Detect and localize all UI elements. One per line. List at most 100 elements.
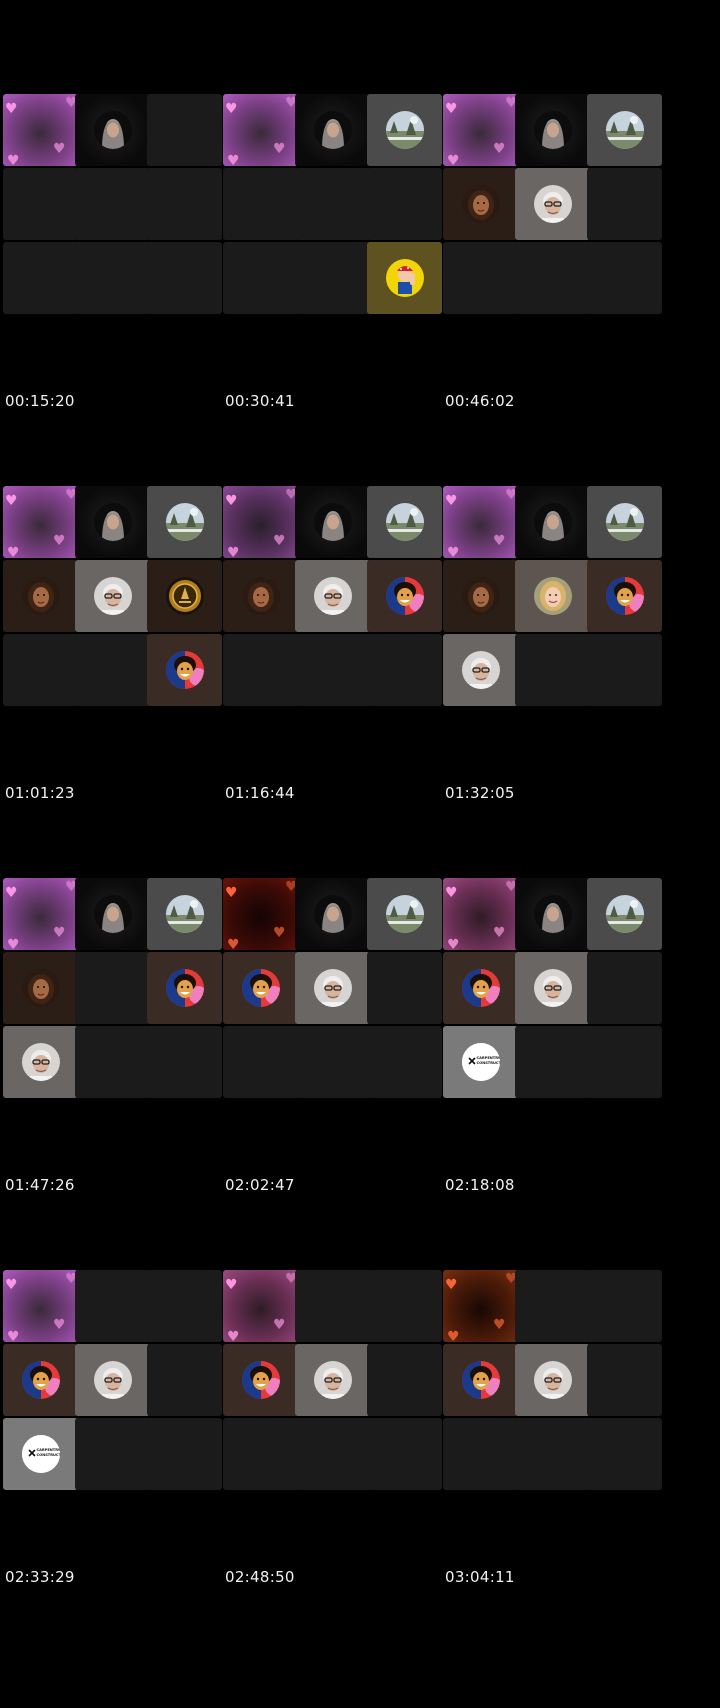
- participant-avatar-landscape[interactable]: [587, 878, 662, 950]
- participant-avatar-woman[interactable]: [3, 952, 78, 1024]
- blurred-effect-tile[interactable]: ♥ ♥ ♥ ♥: [3, 878, 78, 950]
- empty-video-tile[interactable]: [147, 94, 222, 166]
- blurred-effect-tile[interactable]: ♥ ♥ ♥ ♥: [3, 94, 78, 166]
- empty-video-tile[interactable]: [515, 242, 590, 314]
- participant-avatar-illustration[interactable]: [223, 952, 298, 1024]
- participant-avatar-illustration[interactable]: [3, 1344, 78, 1416]
- empty-video-tile[interactable]: [223, 634, 298, 706]
- empty-video-tile[interactable]: [367, 1418, 442, 1490]
- participant-avatar-illustration[interactable]: [147, 952, 222, 1024]
- empty-video-tile[interactable]: [3, 168, 78, 240]
- empty-video-tile[interactable]: [515, 1026, 590, 1098]
- participant-avatar-logo[interactable]: CARPENTRY &CONSTRUCTION: [443, 1026, 518, 1098]
- empty-video-tile[interactable]: [223, 1026, 298, 1098]
- empty-video-tile[interactable]: [443, 1418, 518, 1490]
- blurred-effect-tile[interactable]: ♥ ♥ ♥ ♥: [443, 94, 518, 166]
- blurred-effect-tile[interactable]: ♥ ♥ ♥ ♥: [223, 486, 298, 558]
- empty-video-tile[interactable]: [295, 242, 370, 314]
- empty-video-tile[interactable]: [147, 168, 222, 240]
- empty-video-tile[interactable]: [295, 634, 370, 706]
- empty-video-tile[interactable]: [367, 1270, 442, 1342]
- blurred-effect-tile[interactable]: ♥ ♥ ♥ ♥: [223, 878, 298, 950]
- participant-avatar-woman[interactable]: [443, 168, 518, 240]
- participant-avatar-hijab[interactable]: [75, 878, 150, 950]
- empty-video-tile[interactable]: [587, 242, 662, 314]
- participant-avatar-illustration[interactable]: [587, 560, 662, 632]
- participant-avatar-hijab[interactable]: [75, 486, 150, 558]
- empty-video-tile[interactable]: [587, 1418, 662, 1490]
- participant-avatar-illustration[interactable]: [367, 560, 442, 632]
- empty-video-tile[interactable]: [587, 952, 662, 1024]
- empty-video-tile[interactable]: [587, 634, 662, 706]
- empty-video-tile[interactable]: [75, 1026, 150, 1098]
- participant-avatar-cartoon[interactable]: [367, 242, 442, 314]
- empty-video-tile[interactable]: [295, 1270, 370, 1342]
- empty-video-tile[interactable]: [443, 242, 518, 314]
- blurred-effect-tile[interactable]: ♥ ♥ ♥ ♥: [3, 1270, 78, 1342]
- participant-avatar-glasses[interactable]: [3, 1026, 78, 1098]
- empty-video-tile[interactable]: [295, 1026, 370, 1098]
- empty-video-tile[interactable]: [75, 1418, 150, 1490]
- participant-avatar-hijab[interactable]: [515, 94, 590, 166]
- blurred-effect-tile[interactable]: ♥ ♥ ♥ ♥: [3, 486, 78, 558]
- participant-avatar-hijab[interactable]: [75, 94, 150, 166]
- participant-avatar-glasses[interactable]: [295, 1344, 370, 1416]
- empty-video-tile[interactable]: [515, 634, 590, 706]
- participant-avatar-glasses[interactable]: [443, 634, 518, 706]
- participant-avatar-hijab[interactable]: [515, 486, 590, 558]
- participant-avatar-glasses[interactable]: [515, 952, 590, 1024]
- empty-video-tile[interactable]: [3, 242, 78, 314]
- participant-avatar-landscape[interactable]: [587, 486, 662, 558]
- empty-video-tile[interactable]: [367, 1026, 442, 1098]
- empty-video-tile[interactable]: [75, 1270, 150, 1342]
- empty-video-tile[interactable]: [147, 1418, 222, 1490]
- empty-video-tile[interactable]: [367, 1344, 442, 1416]
- blurred-effect-tile[interactable]: ♥ ♥ ♥ ♥: [443, 486, 518, 558]
- empty-video-tile[interactable]: [75, 634, 150, 706]
- empty-video-tile[interactable]: [147, 1344, 222, 1416]
- blurred-effect-tile[interactable]: ♥ ♥ ♥ ♥: [443, 1270, 518, 1342]
- empty-video-tile[interactable]: [3, 634, 78, 706]
- empty-video-tile[interactable]: [223, 168, 298, 240]
- participant-avatar-hijab[interactable]: [295, 878, 370, 950]
- empty-video-tile[interactable]: [515, 1270, 590, 1342]
- empty-video-tile[interactable]: [367, 168, 442, 240]
- empty-video-tile[interactable]: [147, 1026, 222, 1098]
- empty-video-tile[interactable]: [515, 1418, 590, 1490]
- participant-avatar-illustration[interactable]: [223, 1344, 298, 1416]
- blurred-effect-tile[interactable]: ♥ ♥ ♥ ♥: [223, 1270, 298, 1342]
- empty-video-tile[interactable]: [295, 168, 370, 240]
- participant-avatar-glasses[interactable]: [515, 1344, 590, 1416]
- participant-avatar-glasses[interactable]: [75, 1344, 150, 1416]
- empty-video-tile[interactable]: [367, 952, 442, 1024]
- empty-video-tile[interactable]: [223, 242, 298, 314]
- participant-avatar-glasses[interactable]: [75, 560, 150, 632]
- participant-avatar-landscape[interactable]: [367, 94, 442, 166]
- participant-avatar-landscape[interactable]: [587, 94, 662, 166]
- empty-video-tile[interactable]: [223, 1418, 298, 1490]
- participant-avatar-hijab[interactable]: [515, 878, 590, 950]
- participant-avatar-glasses[interactable]: [295, 952, 370, 1024]
- blurred-effect-tile[interactable]: ♥ ♥ ♥ ♥: [223, 94, 298, 166]
- empty-video-tile[interactable]: [367, 634, 442, 706]
- empty-video-tile[interactable]: [75, 168, 150, 240]
- empty-video-tile[interactable]: [147, 1270, 222, 1342]
- participant-avatar-illustration[interactable]: [443, 1344, 518, 1416]
- empty-video-tile[interactable]: [587, 1026, 662, 1098]
- participant-avatar-glasses[interactable]: [515, 168, 590, 240]
- participant-avatar-landscape[interactable]: [147, 878, 222, 950]
- participant-avatar-landscape[interactable]: [147, 486, 222, 558]
- empty-video-tile[interactable]: [587, 1344, 662, 1416]
- participant-avatar-landscape[interactable]: [367, 486, 442, 558]
- participant-avatar-woman[interactable]: [443, 560, 518, 632]
- blurred-effect-tile[interactable]: ♥ ♥ ♥ ♥: [443, 878, 518, 950]
- empty-video-tile[interactable]: [587, 1270, 662, 1342]
- empty-video-tile[interactable]: [295, 1418, 370, 1490]
- participant-avatar-landscape[interactable]: [367, 878, 442, 950]
- participant-avatar-blonde[interactable]: [515, 560, 590, 632]
- empty-video-tile[interactable]: [75, 242, 150, 314]
- participant-avatar-illustration[interactable]: [443, 952, 518, 1024]
- empty-video-tile[interactable]: [587, 168, 662, 240]
- participant-avatar-glasses[interactable]: [295, 560, 370, 632]
- participant-avatar-seal[interactable]: [147, 560, 222, 632]
